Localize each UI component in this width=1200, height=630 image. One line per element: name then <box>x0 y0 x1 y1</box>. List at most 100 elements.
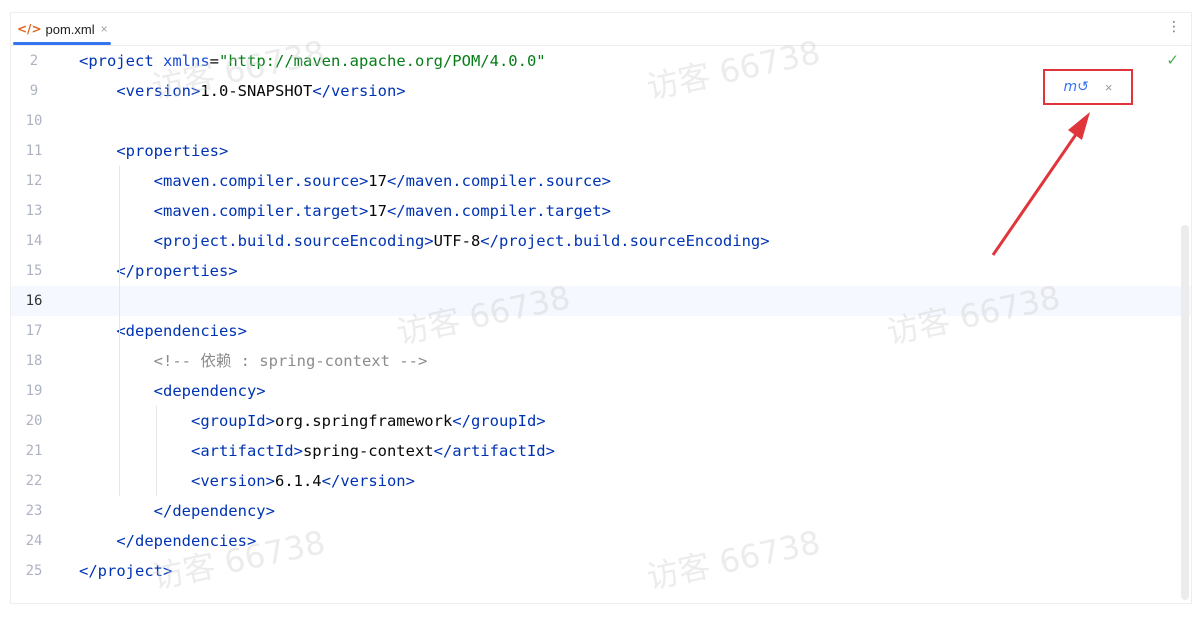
code-tag: <maven.compiler.target> <box>153 202 369 220</box>
line-content: <groupId>org.springframework</groupId> <box>79 406 546 436</box>
code-str: "http://maven.apache.org/POM/4.0.0" <box>219 52 546 70</box>
code-tag: <version> <box>190 472 275 490</box>
code-line[interactable]: 17 <dependencies> <box>11 316 1191 346</box>
line-content: <maven.compiler.source>17</maven.compile… <box>79 166 611 196</box>
code-tag: <project.build.sourceEncoding> <box>153 232 434 250</box>
maven-load-changes-popup: m↺ × <box>1043 69 1133 105</box>
line-content: <properties> <box>79 136 228 166</box>
line-number: 10 <box>25 113 43 129</box>
code-line[interactable]: 18 <!-- 依赖 : spring-context --> <box>11 346 1191 376</box>
code-line[interactable]: 20 <groupId>org.springframework</groupId… <box>11 406 1191 436</box>
code-text: 17 <box>368 202 387 220</box>
line-content: </dependencies> <box>79 526 256 556</box>
line-content: </dependency> <box>79 496 275 526</box>
line-content: <dependencies> <box>79 316 247 346</box>
line-number: 19 <box>25 383 43 399</box>
indent-guide <box>156 406 157 496</box>
more-options-icon[interactable]: ⋮ <box>1167 19 1181 35</box>
code-comment: <!-- 依赖 : spring-context --> <box>153 352 428 370</box>
code-text: 6.1.4 <box>274 472 322 490</box>
code-line[interactable]: 2 <project xmlns="http://maven.apache.org… <box>11 46 1191 76</box>
code-tag: <project <box>79 52 163 70</box>
code-line[interactable]: 22 <version>6.1.4</version> <box>11 466 1191 496</box>
code-text: = <box>209 52 220 70</box>
code-tag: <artifactId> <box>190 442 303 460</box>
line-number: 11 <box>25 143 43 159</box>
code-tag: </maven.compiler.target> <box>386 202 611 220</box>
line-content: </properties> <box>79 256 238 286</box>
code-text: spring-context <box>302 442 434 460</box>
xml-file-icon: </> <box>17 22 42 36</box>
line-number: 22 <box>25 473 43 489</box>
code-tag: </project> <box>79 562 173 580</box>
code-tag: <version> <box>116 82 201 100</box>
code-tag: <dependency> <box>153 382 266 400</box>
line-number: 21 <box>25 443 43 459</box>
line-content: <artifactId>spring-context</artifactId> <box>79 436 555 466</box>
code-text: org.springframework <box>274 412 453 430</box>
code-line[interactable]: 12 <maven.compiler.source>17</maven.comp… <box>11 166 1191 196</box>
code-text: UTF-8 <box>433 232 481 250</box>
line-content: <!-- 依赖 : spring-context --> <box>79 346 428 376</box>
code-tag: </artifactId> <box>433 442 555 460</box>
code-text: 17 <box>368 172 387 190</box>
code-tag: </dependencies> <box>116 532 257 550</box>
line-number: 24 <box>25 533 43 549</box>
code-line[interactable]: 19 <dependency> <box>11 376 1191 406</box>
line-content: <dependency> <box>79 376 266 406</box>
line-number: 2 <box>29 53 39 69</box>
code-line[interactable]: 13 <maven.compiler.target>17</maven.comp… <box>11 196 1191 226</box>
vertical-scrollbar[interactable] <box>1181 225 1189 600</box>
code-line[interactable]: 23 </dependency> <box>11 496 1191 526</box>
line-content: <version>1.0-SNAPSHOT</version> <box>79 76 406 106</box>
line-content: <version>6.1.4</version> <box>79 466 415 496</box>
line-number: 23 <box>25 503 43 519</box>
line-number: 16 <box>25 293 43 309</box>
close-icon[interactable]: × <box>1105 80 1113 95</box>
code-line[interactable]: 14 <project.build.sourceEncoding>UTF-8</… <box>11 226 1191 256</box>
code-text: 1.0-SNAPSHOT <box>200 82 313 100</box>
code-editor[interactable]: </> pom.xml × ⋮ ✓ 2 <project xmlns="http:… <box>10 12 1192 604</box>
code-tag: <maven.compiler.source> <box>153 172 369 190</box>
maven-reload-icon[interactable]: m↺ <box>1064 79 1089 95</box>
code-line[interactable]: 11 <properties> <box>11 136 1191 166</box>
line-content: <maven.compiler.target>17</maven.compile… <box>79 196 611 226</box>
tab-pom-xml[interactable]: </> pom.xml × <box>11 13 114 45</box>
code-tag: </version> <box>312 82 406 100</box>
code-line[interactable]: 15 </properties> <box>11 256 1191 286</box>
code-line[interactable]: 10 <box>11 106 1191 136</box>
code-tag: </dependency> <box>153 502 275 520</box>
code-tag: <properties> <box>116 142 229 160</box>
code-tag: </project.build.sourceEncoding> <box>480 232 770 250</box>
code-tag: </groupId> <box>452 412 546 430</box>
tab-label: pom.xml <box>45 21 95 37</box>
code-tag: </properties> <box>116 262 238 280</box>
line-number: 18 <box>25 353 43 369</box>
code-tag: </maven.compiler.source> <box>386 172 611 190</box>
tab-bar: </> pom.xml × ⋮ <box>11 13 1191 46</box>
code-tag: </version> <box>321 472 415 490</box>
code-line[interactable]: 9 <version>1.0-SNAPSHOT</version> <box>11 76 1191 106</box>
code-line[interactable]: 25 </project> <box>11 556 1191 586</box>
close-icon[interactable]: × <box>101 22 108 36</box>
line-content: <project.build.sourceEncoding>UTF-8</pro… <box>79 226 770 256</box>
code-line[interactable]: 21 <artifactId>spring-context</artifactI… <box>11 436 1191 466</box>
line-number: 13 <box>25 203 43 219</box>
code-line[interactable]: 16 <box>11 286 1191 316</box>
line-content: <project xmlns="http://maven.apache.org/… <box>79 46 546 76</box>
line-number: 12 <box>25 173 43 189</box>
code-line[interactable]: 24 </dependencies> <box>11 526 1191 556</box>
line-number: 17 <box>25 323 43 339</box>
